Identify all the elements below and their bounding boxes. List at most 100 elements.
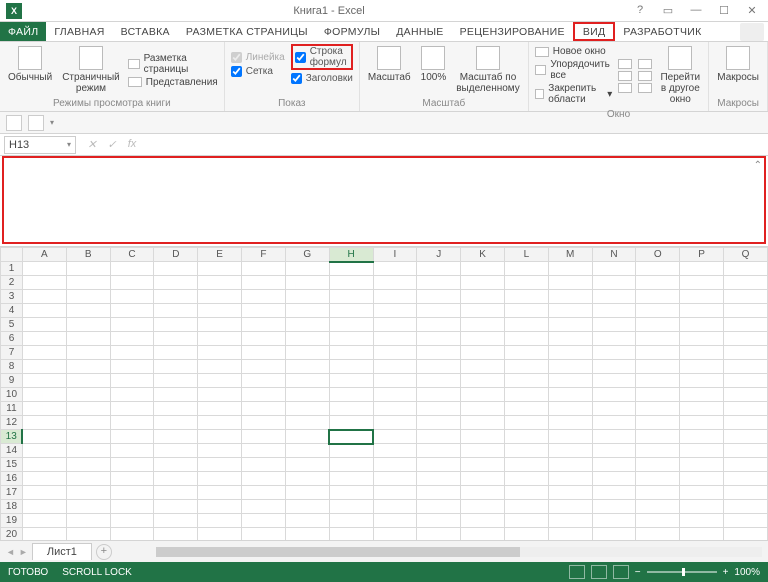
cell[interactable] [680,346,724,360]
cell[interactable] [198,388,242,402]
cell[interactable] [22,416,66,430]
cell[interactable] [417,402,461,416]
cell[interactable] [680,304,724,318]
cell[interactable] [548,262,592,276]
cell[interactable] [504,262,548,276]
cell[interactable] [373,290,417,304]
cell[interactable] [548,290,592,304]
cell[interactable] [504,388,548,402]
zoom-slider[interactable] [647,571,717,573]
zoom-100-button[interactable]: 100% [419,44,449,96]
row-header[interactable]: 2 [1,276,23,290]
cell[interactable] [198,318,242,332]
cell[interactable] [636,528,680,541]
cell[interactable] [592,528,636,541]
cell[interactable] [548,360,592,374]
cell[interactable] [154,416,198,430]
cell[interactable] [724,458,768,472]
cell[interactable] [417,276,461,290]
cell[interactable] [373,332,417,346]
cell[interactable] [242,444,286,458]
cell[interactable] [417,304,461,318]
tab-home[interactable]: ГЛАВНАЯ [46,22,112,41]
maximize-button[interactable]: ☐ [714,4,734,17]
cell[interactable] [242,388,286,402]
cell[interactable] [724,318,768,332]
cell[interactable] [636,514,680,528]
cell[interactable] [592,290,636,304]
undo-button[interactable] [28,115,44,131]
cell[interactable] [417,388,461,402]
cell[interactable] [680,486,724,500]
cell[interactable] [242,458,286,472]
cell[interactable] [110,290,154,304]
cell[interactable] [680,416,724,430]
cell[interactable] [198,332,242,346]
new-window-button[interactable]: Новое окно [535,46,613,57]
cell[interactable] [724,374,768,388]
row-header[interactable]: 1 [1,262,23,276]
add-sheet-button[interactable]: + [96,544,112,560]
row-header[interactable]: 19 [1,514,23,528]
cell[interactable] [285,430,329,444]
cell[interactable] [504,430,548,444]
cell[interactable] [329,360,373,374]
cell[interactable] [329,262,373,276]
cell[interactable] [417,430,461,444]
cell[interactable] [242,332,286,346]
cell[interactable] [636,472,680,486]
gridlines-checkbox[interactable]: Сетка [231,66,285,77]
cell[interactable] [373,486,417,500]
cell[interactable] [198,402,242,416]
chevron-down-icon[interactable]: ▾ [67,140,71,149]
cell[interactable] [373,528,417,541]
cell[interactable] [461,374,505,388]
cell[interactable] [417,262,461,276]
page-break-button[interactable]: Страничный режим [60,44,122,96]
cell[interactable] [22,318,66,332]
cell[interactable] [285,290,329,304]
cell[interactable] [417,472,461,486]
cell[interactable] [680,388,724,402]
unhide-button[interactable] [618,83,632,93]
cell[interactable] [592,444,636,458]
cell[interactable] [242,304,286,318]
column-header[interactable]: I [373,248,417,262]
cell[interactable] [724,486,768,500]
cell[interactable] [242,472,286,486]
cell[interactable] [373,458,417,472]
cell[interactable] [22,458,66,472]
tab-page-layout[interactable]: РАЗМЕТКА СТРАНИЦЫ [178,22,316,41]
column-header[interactable]: Q [724,248,768,262]
cell[interactable] [504,528,548,541]
cell[interactable] [461,262,505,276]
cell[interactable] [22,430,66,444]
cell[interactable] [329,500,373,514]
page-layout-shortcut[interactable] [591,565,607,579]
cell[interactable] [154,318,198,332]
cell[interactable] [417,374,461,388]
cell[interactable] [504,500,548,514]
cell[interactable] [592,486,636,500]
column-header[interactable]: O [636,248,680,262]
cell[interactable] [417,500,461,514]
view-side-by-side-button[interactable] [638,59,652,69]
cell[interactable] [724,500,768,514]
cell[interactable] [110,430,154,444]
custom-views-button[interactable]: Представления [128,77,218,88]
cell[interactable] [417,514,461,528]
page-layout-button[interactable]: Разметка страницы [128,53,218,75]
cell[interactable] [285,332,329,346]
cell[interactable] [198,486,242,500]
ribbon-options-button[interactable]: ▭ [658,4,678,17]
cell[interactable] [110,528,154,541]
column-header[interactable]: E [198,248,242,262]
cell[interactable] [110,514,154,528]
cell[interactable] [636,318,680,332]
cell[interactable] [110,444,154,458]
cell[interactable] [373,388,417,402]
cell[interactable] [198,528,242,541]
freeze-panes-button[interactable]: Закрепить области ▾ [535,83,613,105]
cell[interactable] [548,444,592,458]
cell[interactable] [329,346,373,360]
